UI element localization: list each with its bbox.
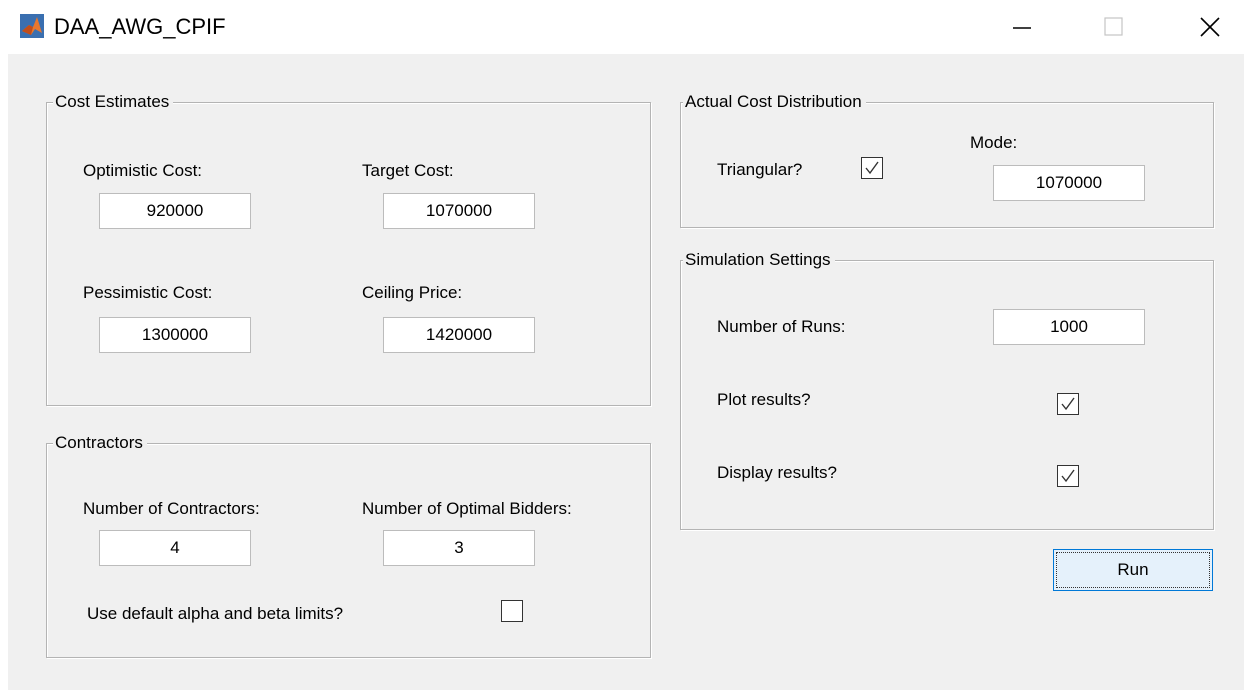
cost-estimates-panel: Cost Estimates Optimistic Cost: 920000 T… xyxy=(46,92,651,406)
display-results-label: Display results? xyxy=(717,463,837,482)
minimize-icon xyxy=(1013,27,1031,29)
target-cost-label: Target Cost: xyxy=(362,161,454,180)
maximize-icon xyxy=(1104,17,1123,36)
check-icon xyxy=(1061,469,1075,483)
ceiling-price-field[interactable]: 1420000 xyxy=(383,317,535,353)
contractors-title: Contractors xyxy=(53,433,147,453)
number-of-contractors-label: Number of Contractors: xyxy=(83,499,260,518)
cost-estimates-title: Cost Estimates xyxy=(53,92,174,112)
number-of-optimal-bidders-label: Number of Optimal Bidders: xyxy=(362,499,572,518)
optimistic-cost-field[interactable]: 920000 xyxy=(99,193,251,229)
maximize-button xyxy=(1084,0,1144,54)
display-results-checkbox[interactable] xyxy=(1057,465,1079,487)
plot-results-checkbox[interactable] xyxy=(1057,393,1079,415)
title-bar: DAA_AWG_CPIF xyxy=(0,0,1250,54)
pessimistic-cost-field[interactable]: 1300000 xyxy=(99,317,251,353)
triangular-label: Triangular? xyxy=(717,160,803,179)
check-icon xyxy=(865,161,879,175)
close-button[interactable] xyxy=(1180,0,1240,54)
pessimistic-cost-label: Pessimistic Cost: xyxy=(83,283,213,302)
number-of-contractors-field[interactable]: 4 xyxy=(99,530,251,566)
mode-field[interactable]: 1070000 xyxy=(993,165,1145,201)
mode-label: Mode: xyxy=(970,133,1018,152)
simulation-settings-title: Simulation Settings xyxy=(683,250,835,270)
ceiling-price-label: Ceiling Price: xyxy=(362,283,463,302)
contractors-panel: Contractors Number of Contractors: 4 Num… xyxy=(46,433,651,658)
optimistic-cost-label: Optimistic Cost: xyxy=(83,161,203,180)
number-of-runs-label: Number of Runs: xyxy=(717,317,846,336)
close-icon xyxy=(1200,17,1220,37)
plot-results-label: Plot results? xyxy=(717,390,811,409)
figure-client-area: Cost Estimates Optimistic Cost: 920000 T… xyxy=(8,54,1244,690)
default-limits-checkbox[interactable] xyxy=(501,600,523,622)
number-of-optimal-bidders-field[interactable]: 3 xyxy=(383,530,535,566)
window-title: DAA_AWG_CPIF xyxy=(54,14,226,39)
minimize-button[interactable] xyxy=(992,0,1052,54)
matlab-icon xyxy=(20,14,44,38)
number-of-runs-field[interactable]: 1000 xyxy=(993,309,1145,345)
check-icon xyxy=(1061,397,1075,411)
triangular-checkbox[interactable] xyxy=(861,157,883,179)
simulation-settings-panel: Simulation Settings Number of Runs: 1000… xyxy=(680,250,1214,530)
target-cost-field[interactable]: 1070000 xyxy=(383,193,535,229)
actual-cost-distribution-title: Actual Cost Distribution xyxy=(683,92,866,112)
default-limits-label: Use default alpha and beta limits? xyxy=(87,604,344,623)
run-button[interactable]: Run xyxy=(1053,549,1213,591)
actual-cost-distribution-panel: Actual Cost Distribution Mode: Triangula… xyxy=(680,92,1214,228)
